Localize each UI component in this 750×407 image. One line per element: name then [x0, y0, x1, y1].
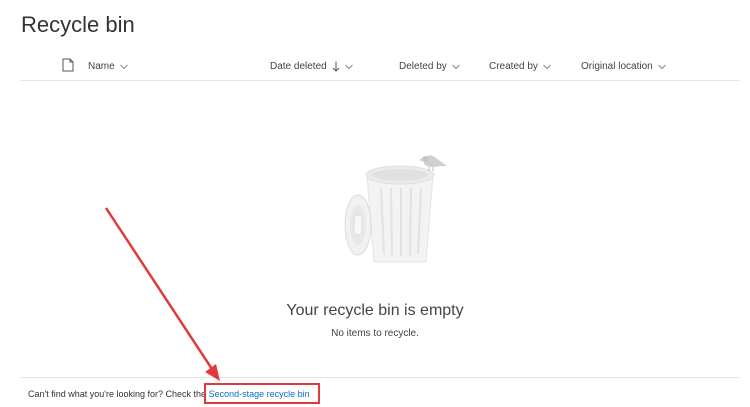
chevron-down-icon — [344, 64, 353, 69]
column-header-created-by[interactable]: Created by — [489, 61, 551, 72]
empty-state-title: Your recycle bin is empty — [286, 302, 464, 319]
column-header-deleted-by[interactable]: Deleted by — [399, 61, 460, 72]
column-header-row: Name Date deleted Deleted by Created by … — [20, 55, 740, 81]
footer-divider — [20, 377, 740, 378]
chevron-down-icon — [451, 64, 460, 69]
file-type-icon[interactable] — [62, 58, 74, 72]
second-stage-recycle-bin-link[interactable]: Second-stage recycle bin — [209, 389, 310, 399]
column-header-name[interactable]: Name — [88, 61, 128, 72]
column-header-original-location[interactable]: Original location — [581, 61, 666, 72]
column-header-deleted-by-label: Deleted by — [399, 61, 447, 72]
sort-descending-arrow-icon — [332, 61, 340, 72]
column-header-original-location-label: Original location — [581, 61, 653, 72]
chevron-down-icon — [657, 64, 666, 69]
page-title: Recycle bin — [21, 12, 135, 37]
footer-message: Can't find what you're looking for? Chec… — [28, 389, 310, 399]
column-header-date-deleted[interactable]: Date deleted — [270, 61, 353, 72]
chevron-down-icon — [119, 64, 128, 69]
column-header-name-label: Name — [88, 61, 115, 72]
chevron-down-icon — [543, 64, 551, 69]
column-header-date-deleted-label: Date deleted — [270, 61, 327, 72]
empty-state-subtitle: No items to recycle. — [331, 328, 419, 339]
footer-prompt: Can't find what you're looking for? Chec… — [28, 389, 207, 399]
column-header-created-by-label: Created by — [489, 61, 538, 72]
empty-trash-can-icon — [344, 155, 447, 263]
